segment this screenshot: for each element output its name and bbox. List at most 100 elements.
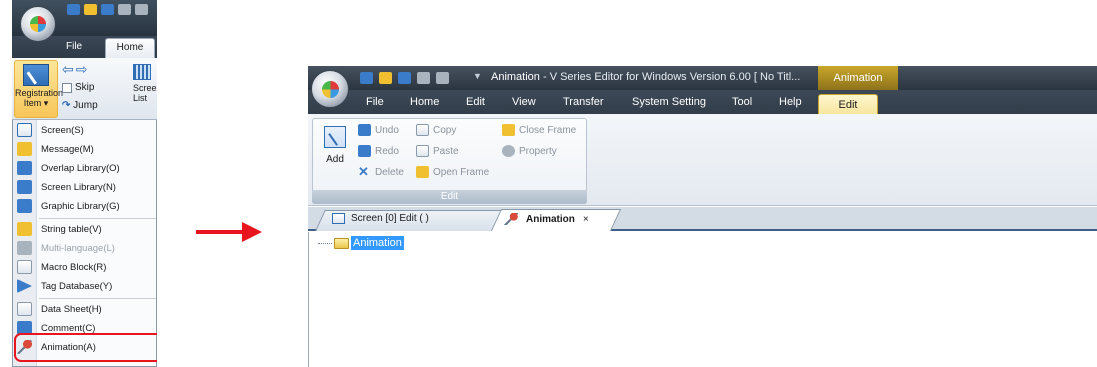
edit-group-caption: Edit [312,190,587,204]
skip-label: Skip [75,82,95,93]
tab-view[interactable]: View [512,96,536,108]
animation-tab-label: Animation [526,213,575,225]
add-button[interactable]: Add [320,124,350,184]
menu-item-screen[interactable]: Screen(S) [13,121,157,140]
menu-item-label: Screen(S) [41,125,84,136]
copy-label: Copy [433,124,457,136]
menu-item-graphic-library[interactable]: Graphic Library(G) [13,197,157,216]
animation-icon [504,213,518,225]
skip-toggle[interactable]: Skip [62,82,94,93]
paste-button[interactable]: Paste [416,145,459,157]
menu-item-screen-library[interactable]: Screen Library(N) [13,178,157,197]
animation-highlight-box [14,333,157,362]
undo-icon[interactable] [118,4,131,15]
menu-separator [39,298,156,299]
redo-icon[interactable] [436,72,449,84]
tab-transfer[interactable]: Transfer [563,96,604,108]
menu-item-label: String table(V) [41,224,102,235]
message-icon [17,142,32,156]
window-title: Animation - V Series Editor for Windows … [491,71,800,83]
menu-item-tag-database[interactable]: Tag Database(Y) [13,277,157,296]
graphic-library-icon [17,199,32,213]
screen-tab-label: Screen [0] Edit ( ) [351,213,429,224]
new-file-icon[interactable] [360,72,373,84]
open-frame-label: Open Frame [433,166,490,178]
quick-access-toolbar [360,72,449,84]
delete-button[interactable]: ✕ Delete [358,165,404,178]
registration-item-button[interactable]: Registration Item ▾ [14,60,64,118]
transition-arrow-icon [196,222,262,242]
menu-item-macro-block[interactable]: Macro Block(R) [13,258,157,277]
undo-icon[interactable] [417,72,430,84]
menu-item-message[interactable]: Message(M) [13,140,157,159]
menu-item-label: Macro Block(R) [41,262,107,273]
save-icon[interactable] [398,72,411,84]
registration-item-dropdown: Screen(S) Message(M) Overlap Library(O) … [12,120,157,367]
jump-icon: ↷ [62,100,71,111]
open-frame-button[interactable]: Open Frame [416,166,489,178]
tree-connector [318,242,332,244]
tab-system-setting[interactable]: System Setting [632,96,706,108]
animation-tree-view [308,232,1097,367]
tab-file[interactable]: File [366,96,384,108]
redo-button[interactable]: Redo [358,145,399,157]
close-frame-button[interactable]: Close Frame [502,124,576,136]
open-folder-icon[interactable] [84,4,97,15]
customize-toolbar-icon[interactable]: ▼ [473,71,482,81]
overlap-library-icon [17,161,32,175]
tab-help[interactable]: Help [779,96,802,108]
copy-button[interactable]: Copy [416,124,456,136]
paste-icon [416,145,429,157]
tab-edit[interactable]: Edit [466,96,485,108]
back-arrow-icon[interactable]: ⇦ [62,62,74,76]
menu-item-data-sheet[interactable]: Data Sheet(H) [13,300,157,319]
screen-list-icon [133,64,151,80]
tab-file[interactable]: File [66,41,82,52]
multi-language-icon [17,241,32,255]
undo-button[interactable]: Undo [358,124,399,136]
screen-icon [332,213,345,224]
screen-list-label: Scree List [133,83,157,103]
application-orb-icon[interactable] [20,6,56,42]
registration-item-label: Registration Item ▾ [15,88,64,108]
tag-database-icon [17,279,32,293]
forward-arrow-icon[interactable]: ⇨ [76,62,88,76]
redo-icon[interactable] [135,4,148,15]
redo-label: Redo [375,145,399,157]
folder-icon [334,237,349,249]
screen-library-icon [17,180,32,194]
jump-button[interactable]: ↷ Jump [62,100,98,111]
menu-item-label: Data Sheet(H) [41,304,102,315]
application-orb-icon[interactable] [311,70,349,108]
redo-arrow-icon [358,145,371,157]
menu-item-label: Screen Library(N) [41,182,116,193]
menu-item-overlap-library[interactable]: Overlap Library(O) [13,159,157,178]
screen-icon [17,123,32,137]
open-folder-icon[interactable] [379,72,392,84]
tab-home[interactable]: Home [410,96,439,108]
open-frame-icon [416,166,429,178]
skip-checkbox[interactable] [62,82,72,93]
menu-item-label: Message(M) [41,144,94,155]
tab-home[interactable]: Home [105,38,155,58]
data-sheet-icon [17,302,32,316]
navigation-arrows: ⇦ ⇨ [62,62,87,76]
string-table-icon [17,222,32,236]
new-file-icon[interactable] [67,4,80,15]
tree-node-animation[interactable]: Animation [351,236,404,250]
close-tab-icon[interactable]: × [583,214,589,225]
editor-window: ▼ Animation - V Series Editor for Window… [308,66,1097,367]
paste-label: Paste [433,145,459,157]
registration-menu-panel: File Home Registration Item ▾ ⇦ ⇨ Skip ↷… [12,0,157,367]
menu-item-string-table[interactable]: String table(V) [13,220,157,239]
add-icon [324,126,346,148]
tab-tool[interactable]: Tool [732,96,752,108]
screen-list-button[interactable]: Scree List [133,64,157,116]
save-icon[interactable] [101,4,114,15]
property-button[interactable]: Property [502,145,557,157]
tab-animation-edit[interactable]: Edit [818,94,878,116]
tree-root-row[interactable]: Animation [318,236,404,250]
jump-label: Jump [73,100,98,111]
window-title-document: Animation [491,71,540,83]
window-title-app: - V Series Editor for Windows Version 6.… [539,71,801,83]
